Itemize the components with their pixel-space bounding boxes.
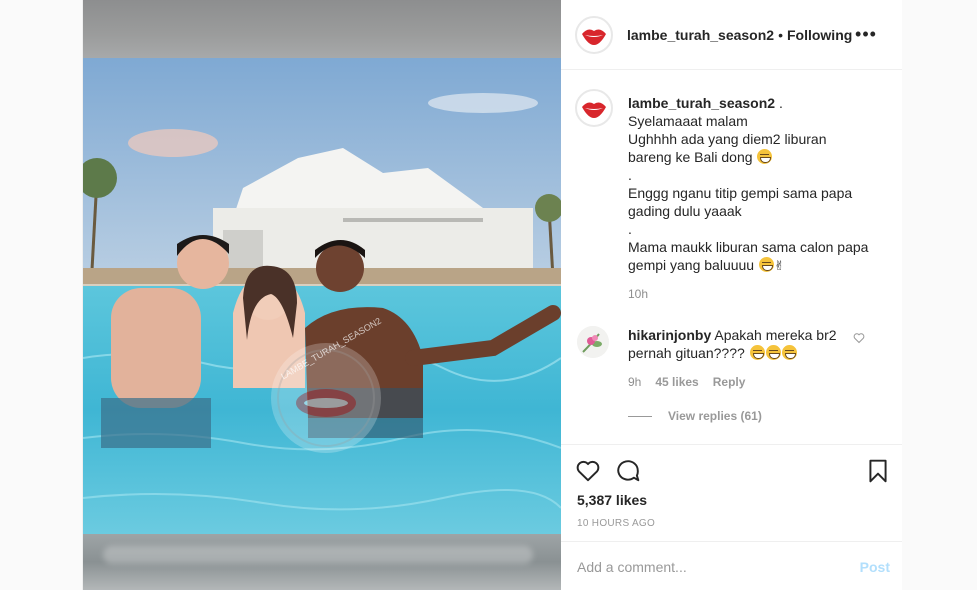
caption-line: . <box>628 167 632 183</box>
add-comment-bar: Post <box>561 541 902 590</box>
post-side-panel: lambe_turah_season2 • Following ••• lamb… <box>561 0 902 590</box>
caption-author[interactable]: lambe_turah_season2 <box>628 95 775 111</box>
laughing-emoji-icon <box>749 345 765 360</box>
laughing-emoji-icon <box>765 345 781 360</box>
flower-avatar-icon <box>577 326 609 358</box>
caption-timestamp[interactable]: 10h <box>628 287 648 301</box>
caption-line: bareng ke Bali dong <box>628 149 753 165</box>
caption-line: gading dulu yaaak <box>628 203 742 219</box>
lips-logo-icon <box>578 92 610 124</box>
post-header: lambe_turah_season2 • Following ••• <box>561 0 902 70</box>
laughing-emoji-icon <box>781 345 797 360</box>
more-options-button[interactable]: ••• <box>854 22 878 46</box>
caption-line: Mama maukk liburan sama calon papa <box>628 239 869 255</box>
victory-hand-icon: ✌ <box>774 258 785 273</box>
replies-divider <box>628 415 652 417</box>
commenter-avatar[interactable] <box>577 326 609 358</box>
comments-section: lambe_turah_season2 . Syelamaaat malam U… <box>561 71 902 445</box>
comment-timestamp[interactable]: 9h <box>628 375 641 389</box>
post-timestamp[interactable]: 10 HOURS AGO <box>577 518 655 529</box>
caption-line: . <box>775 95 783 111</box>
bookmark-icon[interactable] <box>865 458 891 484</box>
comment-text: hikarinjonby Apakah mereka br2 pernah gi… <box>628 326 858 362</box>
comment-body-line2: pernah gituan???? <box>628 345 745 361</box>
grinning-emoji-icon <box>757 149 773 164</box>
caption-line: Enggg nganu titip gempi sama papa <box>628 185 853 201</box>
caption-line: Syelamaaat malam <box>628 113 748 129</box>
following-button[interactable]: Following <box>787 27 852 43</box>
likes-count[interactable]: 5,387 likes <box>577 492 647 508</box>
comment-input[interactable] <box>577 555 827 579</box>
caption-line: . <box>628 221 632 237</box>
author-avatar[interactable] <box>575 15 613 54</box>
caption-text: lambe_turah_season2 . Syelamaaat malam U… <box>628 94 888 275</box>
comment-body: Apakah mereka br2 <box>714 327 837 343</box>
separator-dot: • <box>778 26 783 43</box>
caption-line: gempi yang baluuuu <box>628 257 755 273</box>
heart-icon[interactable] <box>575 458 601 484</box>
view-replies-label: View replies (61) <box>668 409 762 423</box>
post-media[interactable]: LAMBE_TURAH_SEASON2 <box>83 0 561 590</box>
comment-likes[interactable]: 45 likes <box>655 375 698 389</box>
blurred-background-top <box>83 0 561 58</box>
post-container: LAMBE_TURAH_SEASON2 lambe_turah_season2 … <box>82 0 902 590</box>
small-heart-icon[interactable] <box>853 332 865 344</box>
post-comment-button[interactable]: Post <box>860 559 890 575</box>
comment-meta: 9h 45 likes Reply <box>628 375 745 389</box>
grimacing-emoji-icon <box>759 257 774 272</box>
view-replies-button[interactable]: View replies (61) <box>628 409 762 423</box>
post-photo: LAMBE_TURAH_SEASON2 <box>83 58 561 534</box>
blurred-background-bottom <box>83 534 561 590</box>
comment-icon[interactable] <box>615 458 641 484</box>
action-bar <box>575 454 895 488</box>
caption-line: Ughhhh ada yang diem2 liburan <box>628 131 827 147</box>
author-username[interactable]: lambe_turah_season2 <box>627 27 774 43</box>
more-icon: ••• <box>855 23 877 44</box>
commenter-username[interactable]: hikarinjonby <box>628 327 711 343</box>
reply-button[interactable]: Reply <box>713 375 746 389</box>
lips-logo-icon <box>578 18 610 51</box>
caption-author-avatar[interactable] <box>575 89 613 127</box>
